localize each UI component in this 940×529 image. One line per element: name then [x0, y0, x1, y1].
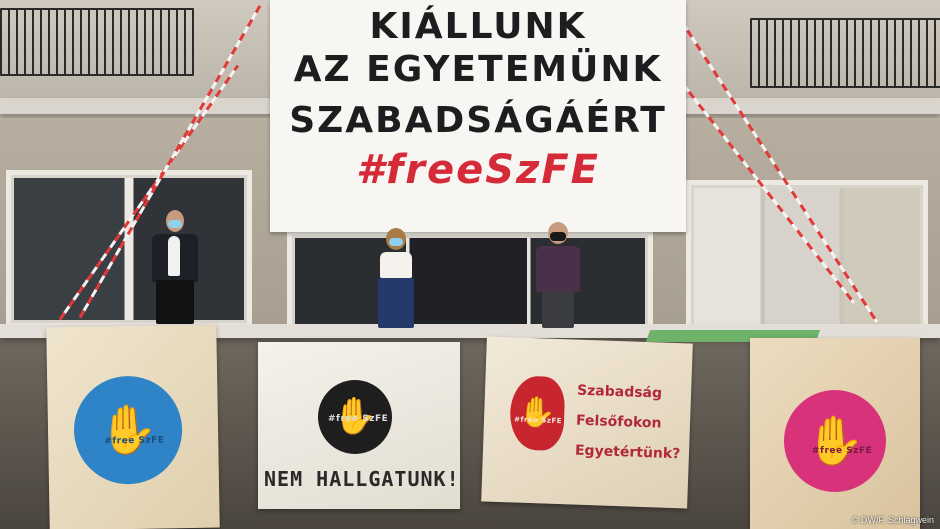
banner-pink-fist: ✋ #free SzFE: [750, 338, 920, 529]
person-left: [146, 210, 202, 324]
balcony-railing-right: [750, 18, 940, 88]
blue-fist-circle: ✋: [73, 375, 183, 486]
banner-nem-hallgatunk: ✋ #free SzFE NEM HALLGATUNK!: [258, 342, 460, 509]
raised-hand-icon: ✋: [97, 401, 159, 459]
banner3-line-3: Egyetértünk?: [574, 442, 681, 463]
main-protest-banner: KIÁLLUNK AZ EGYETEMÜNK SZABADSÁGÁÉRT #fr…: [270, 0, 686, 232]
pink-fist-circle: ✋: [784, 390, 886, 492]
banner-szabadsag: ✋ #free SzFE Szabadság Felsőfokon Egyeté…: [481, 336, 693, 509]
banner-hashtag: #freeSzFE: [356, 147, 600, 193]
banner-line-2: AZ EGYETEMÜNK: [293, 49, 663, 90]
balcony-railing-left: [0, 8, 194, 76]
photo-scene: KIÁLLUNK AZ EGYETEMÜNK SZABADSÁGÁÉRT #fr…: [0, 0, 940, 529]
banner-blue-fist: ✋ #free SzFE: [46, 324, 220, 529]
window-left: [6, 170, 252, 328]
banner-line-3: SZABADSÁGÁÉRT: [289, 100, 667, 141]
raised-hand-icon: ✋: [805, 413, 865, 469]
red-fist-circle: ✋: [509, 375, 566, 452]
person-center-woman: [374, 228, 418, 328]
window-center: [287, 230, 653, 336]
person-center-man: [534, 222, 582, 328]
banner1-logo-text: #free SzFE: [104, 435, 165, 447]
banner2-slogan: NEM HALLGATUNK!: [264, 467, 460, 491]
banner-line-1: KIÁLLUNK: [369, 6, 587, 47]
banner3-text-block: Szabadság Felsőfokon Egyetértünk?: [574, 376, 682, 470]
window-right: [686, 180, 928, 338]
banner3-logo-text: #free SzFE: [513, 415, 563, 426]
photo-credit: © DW/F. Schlagwein: [851, 515, 934, 525]
banner3-line-2: Felsőfokon: [575, 412, 662, 432]
banner3-line-1: Szabadság: [576, 382, 663, 402]
banner2-logo-text: #free SzFE: [328, 414, 389, 424]
banner4-logo-text: #free SzFE: [812, 446, 873, 456]
